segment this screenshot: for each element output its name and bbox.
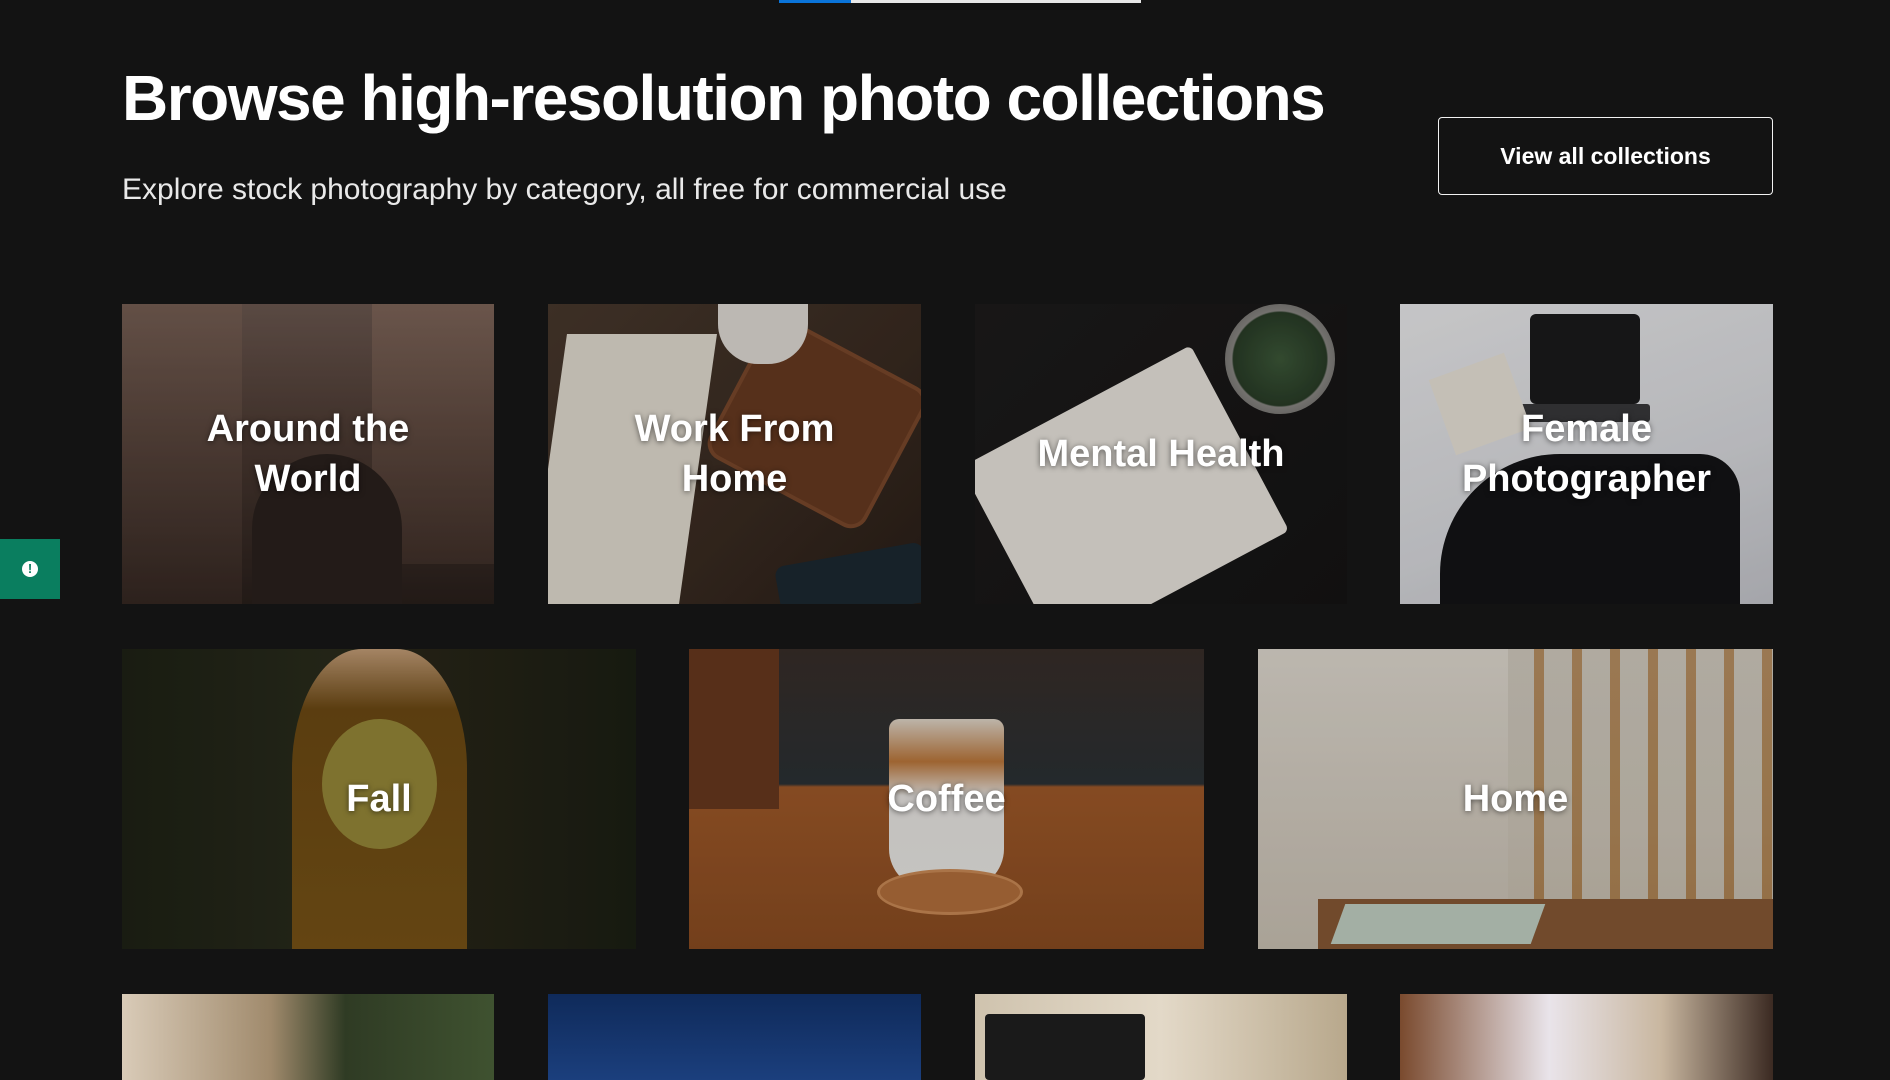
collection-card-row3-2[interactable]: [548, 994, 921, 1080]
collection-photo: [548, 994, 921, 1080]
collection-photo: [122, 994, 494, 1080]
collection-label: Coffee: [887, 778, 1006, 820]
collection-card-row3-1[interactable]: [122, 994, 494, 1080]
alert-circle-icon: !: [22, 561, 38, 577]
collection-card-work-from-home[interactable]: Work From Home: [548, 304, 921, 604]
collection-photo: [1400, 994, 1773, 1080]
scroll-progress-bar: [779, 0, 1141, 3]
collection-card-mental-health[interactable]: Mental Health: [975, 304, 1347, 604]
collection-card-home[interactable]: Home: [1258, 649, 1773, 949]
page-subtitle: Explore stock photography by category, a…: [122, 173, 1007, 206]
view-all-collections-button[interactable]: View all collections: [1438, 117, 1773, 195]
collection-label: Mental Health: [1037, 433, 1285, 475]
scroll-progress-fill: [779, 0, 852, 3]
collection-card-around-the-world[interactable]: Around the World: [122, 304, 494, 604]
feedback-tab[interactable]: !: [0, 539, 60, 599]
collection-label: Fall: [346, 778, 412, 820]
collection-card-row3-3[interactable]: [975, 994, 1347, 1080]
page-title: Browse high-resolution photo collections: [122, 62, 1326, 134]
collection-label: Work From Home: [634, 408, 835, 500]
collection-card-fall[interactable]: Fall: [122, 649, 636, 949]
collection-label: Around the World: [206, 408, 410, 500]
collection-label: Home: [1462, 778, 1569, 820]
collection-card-coffee[interactable]: Coffee: [689, 649, 1204, 949]
collection-label: Female Photographer: [1461, 408, 1712, 500]
collection-card-row3-4[interactable]: [1400, 994, 1773, 1080]
collection-card-female-photographer[interactable]: Female Photographer: [1400, 304, 1773, 604]
